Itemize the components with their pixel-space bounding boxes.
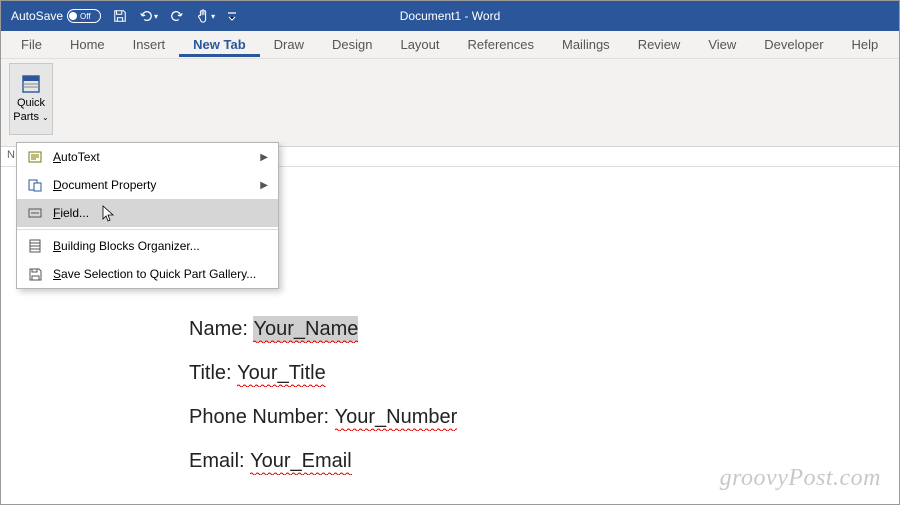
menu-item-save-selection[interactable]: Save Selection to Quick Part Gallery...	[17, 260, 278, 288]
menu-label: Building Blocks Organizer...	[53, 239, 268, 253]
tab-review[interactable]: Review	[624, 33, 695, 56]
menu-label: AutoText	[53, 150, 260, 164]
tab-draw[interactable]: Draw	[260, 33, 318, 56]
field-value: Your_Title	[237, 360, 326, 386]
save-button[interactable]	[109, 7, 131, 25]
tab-references[interactable]: References	[454, 33, 548, 56]
doc-line-phone: Phone Number: Your_Number	[189, 404, 899, 430]
window-title: Document1 - Word	[400, 9, 500, 23]
quick-parts-dropdown: AutoText ▶ Document Property ▶ Field... …	[16, 142, 279, 289]
field-icon	[27, 205, 43, 221]
quick-parts-icon	[21, 74, 41, 94]
ribbon-tabs: File Home Insert New Tab Draw Design Lay…	[1, 31, 899, 59]
chevron-right-icon: ▶	[260, 152, 268, 163]
tab-mailings[interactable]: Mailings	[548, 33, 624, 56]
ribbon: Quick Parts ⌄	[1, 59, 899, 147]
autosave-toggle[interactable]: AutoSave Off	[7, 7, 105, 25]
tab-developer[interactable]: Developer	[750, 33, 837, 56]
field-value: Your_Name	[253, 316, 358, 342]
ruler-marker: N	[7, 149, 15, 161]
menu-label: Document Property	[53, 178, 260, 192]
doc-line-name: Name: Your_Name	[189, 316, 899, 342]
menu-item-autotext[interactable]: AutoText ▶	[17, 143, 278, 171]
menu-item-building-blocks[interactable]: Building Blocks Organizer...	[17, 232, 278, 260]
hand-icon	[196, 9, 210, 23]
qat-customize-button[interactable]	[223, 7, 241, 25]
save-icon	[113, 9, 127, 23]
undo-button[interactable]: ▾	[135, 7, 162, 25]
autosave-label: AutoSave	[11, 9, 63, 23]
quick-parts-label-2: Parts ⌄	[13, 111, 48, 124]
menu-item-field[interactable]: Field...	[17, 199, 278, 227]
menu-item-document-property[interactable]: Document Property ▶	[17, 171, 278, 199]
field-value: Your_Number	[335, 404, 458, 430]
quick-parts-label-1: Quick	[17, 97, 45, 110]
menu-label: Save Selection to Quick Part Gallery...	[53, 267, 268, 281]
redo-button[interactable]	[166, 7, 188, 25]
menu-separator	[17, 229, 278, 230]
field-value: Your_Email	[250, 448, 352, 474]
tab-home[interactable]: Home	[56, 33, 119, 56]
savesel-icon	[27, 266, 43, 282]
watermark: groovyPost.com	[720, 465, 881, 492]
tab-insert[interactable]: Insert	[119, 33, 180, 56]
menu-label: Field...	[53, 206, 268, 220]
tab-help[interactable]: Help	[838, 33, 893, 56]
redo-icon	[170, 9, 184, 23]
docprop-icon	[27, 177, 43, 193]
bborg-icon	[27, 238, 43, 254]
touch-mode-button[interactable]: ▾	[192, 7, 219, 25]
chevron-right-icon: ▶	[260, 180, 268, 191]
title-bar: AutoSave Off ▾ ▾ Document1 - Word	[1, 1, 899, 31]
tab-view[interactable]: View	[694, 33, 750, 56]
autotext-icon	[27, 149, 43, 165]
tab-design[interactable]: Design	[318, 33, 386, 56]
quick-parts-button[interactable]: Quick Parts ⌄	[9, 63, 53, 135]
tab-layout[interactable]: Layout	[386, 33, 453, 56]
tab-new-tab[interactable]: New Tab	[179, 33, 260, 57]
toggle-switch-icon: Off	[67, 9, 101, 23]
undo-icon	[139, 9, 153, 23]
doc-line-title: Title: Your_Title	[189, 360, 899, 386]
tab-file[interactable]: File	[7, 33, 56, 56]
quick-access-toolbar: AutoSave Off ▾ ▾	[7, 7, 241, 25]
overflow-icon	[227, 9, 237, 23]
